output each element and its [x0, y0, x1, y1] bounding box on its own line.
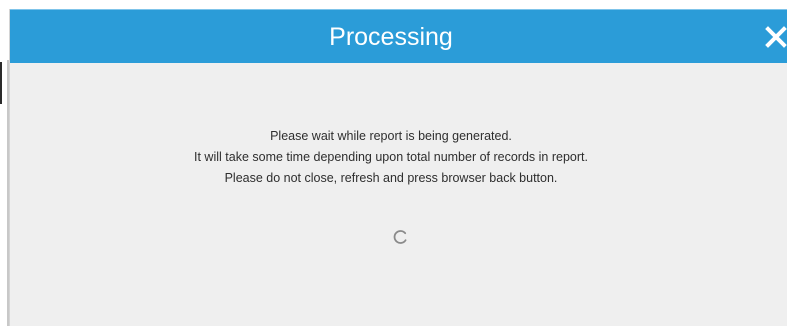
background-divider: [0, 62, 2, 104]
message-line-wait: Please wait while report is being genera…: [270, 129, 512, 143]
dialog-titlebar: Processing: [10, 9, 787, 63]
dialog-title: Processing: [329, 23, 453, 51]
processing-dialog: Processing Please wait while report is b…: [9, 9, 787, 326]
message-line-warning: Please do not close, refresh and press b…: [224, 171, 558, 185]
message-line-time: It will take some time depending upon to…: [194, 150, 588, 164]
close-button[interactable]: [764, 25, 787, 49]
dialog-message: Please wait while report is being genera…: [10, 126, 772, 189]
page: Processing Please wait while report is b…: [0, 0, 787, 326]
background-page-edge: [0, 0, 9, 326]
loading-spinner-icon: [393, 230, 407, 244]
close-icon: [765, 26, 787, 48]
loading-spinner: [392, 229, 408, 245]
